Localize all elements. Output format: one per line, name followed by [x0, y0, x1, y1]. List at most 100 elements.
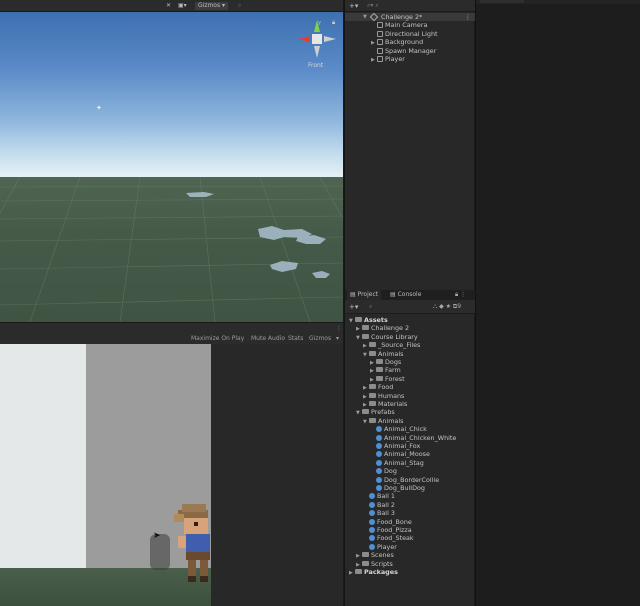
mute-audio-toggle[interactable]: Mute Audio [251, 335, 285, 343]
hierarchy-item-label: Player [385, 55, 405, 63]
ground-plane [0, 177, 343, 322]
project-prefab-item[interactable]: Ball 3 [363, 509, 395, 517]
filter-icons[interactable]: ⛬ ◆ ★ ⧉9 [433, 303, 461, 311]
player-character [174, 504, 210, 582]
project-tabs: ▤ Project ▤ Console 🔒︎ ⋮ [345, 290, 475, 300]
expand-arrow-icon[interactable]: ▼ [363, 13, 369, 21]
prefab-icon [376, 443, 382, 449]
project-item-label: Materials [378, 400, 408, 408]
more-icon[interactable]: ⋮ [465, 13, 471, 21]
tab-console-label: Console [397, 291, 422, 298]
project-item-label: Forest [385, 374, 405, 383]
project-folder-item[interactable]: ▶ Scripts [356, 560, 393, 568]
project-panel: ▤ Project ▤ Console 🔒︎ ⋮ +▾ ⌕ ⛬ ◆ ★ ⧉9 ▼… [344, 290, 475, 606]
prefab-icon [369, 493, 375, 500]
project-prefab-item[interactable]: Dog_BullDog [370, 484, 425, 492]
grid-lines [0, 177, 343, 322]
inspector-tab[interactable] [480, 0, 524, 3]
hierarchy-item-label: Main Camera [385, 21, 428, 29]
lock-icon[interactable]: 🔒︎ ⋮ [455, 291, 466, 299]
project-folder-item[interactable]: ▶ Challenge 2 [356, 324, 409, 332]
folder-icon [369, 401, 376, 406]
maximize-on-play-toggle[interactable]: Maximize On Play [191, 335, 244, 343]
add-icon[interactable]: +▾ [349, 2, 358, 10]
project-item-label: Challenge 2 [371, 324, 410, 333]
project-item-label: Animal_Stag [384, 458, 424, 467]
gizmos-dropdown[interactable]: Gizmos ▾ [195, 2, 229, 10]
project-item-label: Dogs [385, 358, 402, 366]
scene-toolbar: ✕ ▣▾ Gizmos ▾ ⌕ [0, 0, 343, 12]
project-folder-item[interactable]: ▶ Dogs [370, 358, 401, 366]
camera-icon[interactable]: ▣▾ [178, 2, 187, 10]
project-folder-item[interactable]: ▶ Farm [370, 366, 401, 374]
gizmo-view-label[interactable]: Front [308, 62, 323, 69]
hierarchy-item[interactable]: Spawn Manager [377, 47, 436, 55]
project-item-label: Food_Steak [377, 534, 414, 543]
project-prefab-item[interactable]: Animal_Stag [370, 459, 424, 467]
folder-icon [376, 375, 383, 381]
search-icon[interactable]: ⌕ [369, 303, 372, 311]
project-folder-item[interactable]: ▶ Forest [370, 375, 405, 383]
project-folder-item[interactable]: ▼ Prefabs [356, 408, 395, 416]
scene-view[interactable]: ✕ ▣▾ Gizmos ▾ ⌕ ✦ y 🔒︎ Front [0, 0, 343, 322]
project-prefab-item[interactable]: Food_Bone [363, 518, 412, 526]
prefab-icon [369, 510, 375, 517]
folder-icon [369, 350, 376, 356]
project-folder-item[interactable]: ▶ Materials [363, 400, 407, 408]
project-prefab-item[interactable]: Dog [370, 467, 397, 475]
project-prefab-item[interactable]: Animal_Fox [370, 442, 420, 450]
project-folder-item[interactable]: ▼ Course Library [356, 333, 418, 341]
project-prefab-item[interactable]: Animal_Chick [370, 425, 427, 433]
project-prefab-item[interactable]: Animal_Chicken_White [370, 434, 456, 442]
project-folder-item[interactable]: ▶ _Source_Files [363, 341, 420, 349]
prefab-icon [376, 459, 382, 466]
project-folder-item[interactable]: ▼ Animals [363, 350, 403, 358]
project-prefab-item[interactable]: Ball 2 [363, 501, 395, 509]
unity-scene-icon [369, 12, 379, 22]
search-icon[interactable]: ⌕▾ ⌕ [367, 2, 379, 10]
project-item-label: Dog [384, 467, 397, 476]
add-icon[interactable]: +▾ [349, 303, 358, 311]
project-prefab-item[interactable]: Food_Pizza [363, 526, 412, 534]
gizmos-dropdown-icon[interactable]: ▾ [336, 335, 339, 343]
gameobject-icon [377, 30, 383, 37]
gizmos-label: Gizmos [198, 2, 221, 9]
project-folder-item[interactable]: ▼ Assets [349, 316, 388, 324]
project-item-label: Animal_Chick [384, 425, 427, 434]
project-item-label: Scenes [371, 551, 394, 560]
game-gizmos-toggle[interactable]: Gizmos [309, 335, 331, 343]
game-view[interactable]: ⋮ Maximize On Play Mute Audio Stats Gizm… [0, 322, 343, 606]
project-prefab-item[interactable]: Ball 1 [363, 492, 395, 500]
more-icon[interactable]: ⋮ [336, 325, 342, 332]
project-folder-item[interactable]: ▶ Scenes [356, 551, 394, 559]
project-prefab-item[interactable]: Player [363, 543, 397, 551]
project-item-label: Animal_Fox [384, 442, 421, 450]
skybox [0, 12, 343, 177]
project-item-label: Scripts [371, 559, 393, 568]
project-item-label: Food_Bone [377, 517, 412, 526]
hierarchy-item[interactable]: ▶ Background [371, 38, 423, 46]
svg-text:y: y [318, 20, 321, 26]
project-folder-item[interactable]: ▼ Animals [363, 417, 403, 425]
lock-icon[interactable]: 🔒︎ [332, 19, 335, 27]
tools-icon[interactable]: ✕ [166, 2, 171, 10]
folder-icon [362, 333, 369, 339]
hierarchy-item[interactable]: Main Camera [377, 21, 427, 29]
project-folder-item[interactable]: ▶ Food [363, 383, 393, 391]
project-prefab-item[interactable]: Dog_BorderCollie [370, 476, 439, 484]
search-icon[interactable]: ⌕ [238, 2, 241, 10]
scene-name: Challenge 2* [381, 13, 423, 21]
hierarchy-scene-root[interactable]: ▼ Challenge 2* ⋮ [345, 12, 475, 22]
project-folder-item[interactable]: ▶ Humans [363, 392, 404, 400]
tab-project[interactable]: ▤ Project [347, 290, 382, 300]
folder-icon [369, 342, 376, 348]
project-item-label: Humans [378, 391, 405, 400]
tab-console[interactable]: ▤ Console [387, 290, 424, 300]
stats-toggle[interactable]: Stats [288, 335, 303, 343]
light-gizmo-icon[interactable]: ✦ [96, 104, 102, 112]
project-prefab-item[interactable]: Animal_Moose [370, 450, 430, 458]
hierarchy-item[interactable]: ▶ Player [371, 55, 405, 63]
hierarchy-item[interactable]: Directional Light [377, 30, 438, 38]
project-folder-item[interactable]: ▶ Packages [349, 568, 398, 576]
project-prefab-item[interactable]: Food_Steak [363, 534, 414, 542]
